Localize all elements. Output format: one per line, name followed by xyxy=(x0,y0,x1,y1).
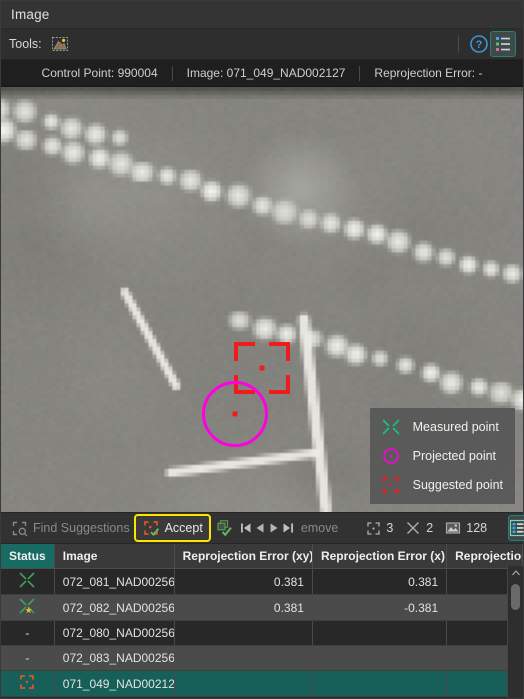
table-cell-err_x xyxy=(312,670,448,697)
control-point-info: Control Point: 990004 xyxy=(41,66,158,80)
measured-cross-star-icon xyxy=(19,598,35,614)
table-row[interactable]: 071_049_NAD002127 xyxy=(1,670,523,697)
nav-first-button[interactable] xyxy=(239,517,253,539)
find-suggestions-icon xyxy=(12,521,28,536)
table-cell-image: 072_083_NAD002566 xyxy=(54,645,175,671)
accept-icon xyxy=(143,521,159,537)
help-icon[interactable]: ? xyxy=(467,32,491,56)
table-cell-err_xy xyxy=(174,670,313,697)
legend-item: Projected point xyxy=(378,445,503,467)
accept-button[interactable]: Accept xyxy=(133,514,211,542)
nav-first-icon xyxy=(240,523,251,533)
nav-last-icon xyxy=(283,523,293,533)
table-row[interactable]: - 072_083_NAD002566 xyxy=(1,645,523,671)
scroll-up-icon[interactable] xyxy=(508,566,523,580)
measured-count-icon xyxy=(407,522,420,534)
find-suggestions-label: Find Suggestions xyxy=(33,521,130,535)
scroll-thumb[interactable] xyxy=(511,584,520,610)
table-cell-image: 072_080_NAD002569 xyxy=(54,620,175,646)
table-cell-image: 072_082_NAD002567 xyxy=(54,594,175,621)
image-viewport[interactable]: Measured point Projected point Suggested… xyxy=(1,87,523,512)
measured-count: 2 xyxy=(399,520,439,536)
legend-item-label: Projected point xyxy=(412,449,497,463)
suggested-count-value: 3 xyxy=(386,521,394,535)
suggested-count: 3 xyxy=(360,521,399,536)
table-cell-err_x: -0.381 xyxy=(312,594,448,621)
accept-all-icon xyxy=(217,520,232,537)
table-cell-err_xy: 0.381 xyxy=(174,568,313,595)
image-table: Status Image Reprojection Error (xy) Reproj… xyxy=(1,544,523,698)
table-row[interactable]: 072_081_NAD002568 0.381 0.381 xyxy=(1,568,523,595)
table-cell-err_x xyxy=(312,620,448,646)
table-cell-image: 072_081_NAD002568 xyxy=(54,568,175,595)
remove-label: emove xyxy=(300,521,339,535)
measured-cross-icon xyxy=(19,572,35,588)
legend-item: Measured point xyxy=(378,416,503,438)
images-count-value: 128 xyxy=(466,521,488,535)
dash-icon: - xyxy=(25,626,30,640)
tools-bar: Tools: ? xyxy=(1,29,523,60)
legend-item-label: Measured point xyxy=(412,420,499,434)
images-count-icon xyxy=(446,522,461,534)
table-cell-err_x: 0.381 xyxy=(312,568,448,595)
table-cell-status xyxy=(1,568,55,595)
action-bar: Find Suggestions Accept emove 3 2 128 xyxy=(1,512,524,544)
reprojection-error-info: Reprojection Error: - xyxy=(374,66,483,80)
tools-divider xyxy=(458,35,459,53)
table-header-image[interactable]: Image xyxy=(54,544,175,569)
accept-all-button[interactable] xyxy=(209,516,239,540)
table-scrollbar[interactable] xyxy=(507,566,523,698)
measured-count-value: 2 xyxy=(426,521,434,535)
table-cell-status xyxy=(1,594,55,621)
suggested-point-icon xyxy=(378,474,404,496)
accept-label: Accept xyxy=(164,521,203,535)
legend-item-label: Suggested point xyxy=(412,478,503,492)
find-suggestions-button[interactable]: Find Suggestions xyxy=(5,516,136,540)
nav-last-button[interactable] xyxy=(281,517,295,539)
marker-legend: Measured point Projected point Suggested… xyxy=(369,408,515,504)
nav-previous-icon xyxy=(256,523,264,533)
table-header-row: Status Image Reprojection Error (xy) Reproj… xyxy=(1,544,523,569)
table-header-err_xy[interactable]: Reprojection Error (xy) xyxy=(174,544,313,569)
table-header-err_x[interactable]: Reprojection Error (x) xyxy=(312,544,448,569)
suggested-bracket-icon xyxy=(20,675,35,689)
image-panel: Image Tools: ? Control Point: 990004 Ima… xyxy=(0,0,524,699)
table-cell-err_xy xyxy=(174,645,313,671)
tools-label: Tools: xyxy=(9,37,42,51)
table-header-status[interactable]: Status xyxy=(1,544,55,569)
info-bar: Control Point: 990004 Image: 071_049_NAD… xyxy=(1,60,523,87)
table-cell-status: - xyxy=(1,645,55,671)
table-row[interactable]: 072_082_NAD002567 0.381 -0.381 xyxy=(1,594,523,621)
svg-text:?: ? xyxy=(476,39,483,51)
remove-button[interactable]: emove xyxy=(295,516,345,540)
panel-title-bar: Image xyxy=(1,1,523,29)
table-body: 072_081_NAD002568 0.381 0.381 072_082_NAD00… xyxy=(1,568,523,697)
table-cell-status: - xyxy=(1,620,55,646)
table-cell-image: 071_049_NAD002127 xyxy=(54,670,175,697)
table-cell-err_xy xyxy=(174,620,313,646)
table-view-toggle-icon[interactable] xyxy=(508,515,524,541)
measure-point-tool-icon[interactable] xyxy=(49,33,71,55)
suggested-count-icon xyxy=(367,521,380,535)
image-table-grid: Status Image Reprojection Error (xy) Reproj… xyxy=(1,544,523,697)
legend-toggle-icon[interactable] xyxy=(490,31,516,57)
table-header-err_more[interactable]: Reprojection xyxy=(446,544,523,569)
images-count: 128 xyxy=(439,520,493,536)
projected-point-icon xyxy=(378,445,404,467)
dash-icon: - xyxy=(25,651,30,665)
table-row[interactable]: - 072_080_NAD002569 xyxy=(1,620,523,646)
nav-next-icon xyxy=(270,523,278,533)
legend-item: Suggested point xyxy=(378,474,503,496)
measured-point-icon xyxy=(378,416,404,438)
image-info: Image: 071_049_NAD002127 xyxy=(186,66,346,80)
nav-next-button[interactable] xyxy=(267,517,281,539)
nav-previous-button[interactable] xyxy=(253,517,267,539)
panel-title: Image xyxy=(11,7,50,22)
table-cell-err_xy: 0.381 xyxy=(174,594,313,621)
table-cell-status xyxy=(1,670,55,697)
table-cell-err_x xyxy=(312,645,448,671)
